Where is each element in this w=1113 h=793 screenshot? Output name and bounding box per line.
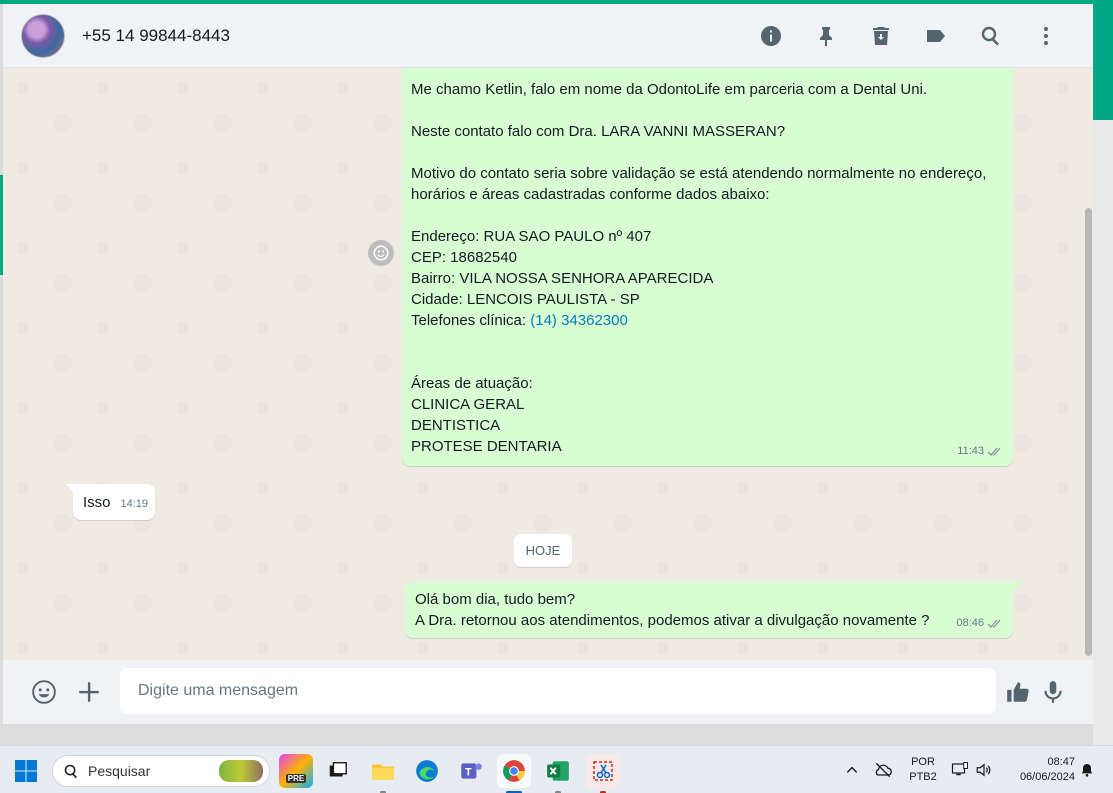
svg-text:T: T: [465, 766, 472, 778]
microphone-icon[interactable]: [1033, 672, 1073, 712]
language-indicator[interactable]: POR PTB2: [906, 755, 940, 785]
snipping-tool-icon[interactable]: [586, 754, 620, 793]
message-meta: 08:46: [956, 613, 1003, 634]
taskbar-clock[interactable]: 08:47 06/06/2024: [1003, 755, 1075, 785]
label-icon[interactable]: [908, 16, 963, 56]
search-highlight-image: [219, 760, 263, 782]
copilot-badge: PRE: [285, 773, 307, 783]
message-line: CEP: 18682540: [411, 249, 517, 266]
message-meta: 11:43: [957, 441, 1003, 462]
message-time: 14:19: [120, 498, 148, 510]
chat-scrollbar-thumb[interactable]: [1085, 208, 1092, 656]
message-line: Motivo do contato seria sobre validação …: [411, 165, 991, 203]
copilot-icon[interactable]: PRE: [279, 754, 313, 788]
message-line: DENTISTICA: [411, 417, 501, 434]
date-separator: HOJE: [514, 534, 572, 567]
message-line: Olá bom dia, tudo bem?: [415, 591, 576, 608]
emoji-react-icon[interactable]: [368, 240, 394, 266]
contact-avatar[interactable]: [21, 13, 65, 58]
chat-messages-area[interactable]: Me chamo Ketlin, falo em nome da OdontoL…: [3, 68, 1093, 660]
clock-date: 06/06/2024: [1019, 771, 1075, 783]
windows-start-icon[interactable]: [14, 759, 38, 783]
search-icon: [64, 764, 78, 778]
chevron-up-icon[interactable]: [845, 763, 859, 777]
network-icon[interactable]: [951, 761, 969, 779]
edge-icon[interactable]: [410, 754, 444, 788]
message-line: A Dra. retornou aos atendimentos, podemo…: [415, 612, 930, 629]
pin-icon[interactable]: [798, 16, 853, 56]
message-meta: 14:19: [120, 494, 148, 515]
chrome-icon[interactable]: [497, 754, 531, 793]
chat-header: +55 14 99844-8443: [3, 4, 1093, 68]
phone-label: Telefones clínica:: [411, 312, 531, 329]
double-check-icon: [987, 447, 1001, 456]
contact-name[interactable]: +55 14 99844-8443: [82, 26, 230, 46]
message-text: Isso: [83, 494, 111, 511]
message-line: Bairro: VILA NOSSA SENHORA APARECIDA: [411, 270, 714, 287]
taskbar-search[interactable]: Pesquisar: [52, 755, 270, 787]
message-line: Cidade: LENCOIS PAULISTA - SP: [411, 291, 640, 308]
outgoing-message[interactable]: Olá bom dia, tudo bem? A Dra. retornou a…: [405, 582, 1013, 638]
message-line: Neste contato falo com Dra. LARA VANNI M…: [411, 123, 786, 140]
whatsapp-window: +55 14 99844-8443 Me chamo Ketlin, falo …: [3, 4, 1093, 724]
language-code: POR: [911, 756, 935, 768]
windows-taskbar: Pesquisar PRE T POR PTB2 08:47 06/06/202…: [0, 745, 1113, 793]
message-input[interactable]: [120, 668, 996, 714]
notification-bell-icon[interactable]: [1079, 762, 1095, 778]
delete-icon[interactable]: [853, 16, 908, 56]
double-check-icon: [987, 619, 1001, 628]
outgoing-bubble-tail: [1013, 582, 1022, 592]
message-line: Endereço: RUA SAO PAULO nº 407: [411, 228, 652, 245]
attach-plus-icon[interactable]: [69, 672, 109, 712]
cloud-offline-icon[interactable]: [873, 760, 893, 780]
search-icon[interactable]: [963, 16, 1018, 56]
task-view-icon[interactable]: [321, 754, 355, 788]
taskbar-search-label: Pesquisar: [88, 763, 151, 779]
info-icon[interactable]: [743, 16, 798, 56]
header-actions: [743, 4, 1073, 68]
message-time: 11:43: [957, 445, 984, 457]
message-composer: [3, 660, 1093, 724]
outgoing-message[interactable]: Me chamo Ketlin, falo em nome da OdontoL…: [402, 68, 1013, 466]
file-explorer-icon[interactable]: [366, 754, 400, 793]
message-line: Telefones clínica: (14) 34362300: [411, 310, 1003, 331]
teams-icon[interactable]: T: [454, 754, 488, 788]
message-line: PROTESE DENTARIA: [411, 438, 562, 455]
emoji-icon[interactable]: [24, 672, 64, 712]
excel-icon[interactable]: [541, 754, 575, 793]
phone-link[interactable]: (14) 34362300: [530, 312, 628, 329]
message-time: 08:46: [956, 617, 984, 629]
menu-dots-icon[interactable]: [1018, 16, 1073, 56]
chat-scrollbar[interactable]: [1083, 68, 1093, 660]
message-line: CLINICA GERAL: [411, 396, 525, 413]
message-line: Me chamo Ketlin, falo em nome da OdontoL…: [411, 81, 928, 98]
volume-icon[interactable]: [975, 761, 993, 779]
window-right-accent: [1093, 0, 1113, 120]
clock-time: 08:47: [1047, 756, 1075, 768]
message-line: Áreas de atuação:: [411, 375, 533, 392]
keyboard-layout: PTB2: [909, 771, 937, 783]
incoming-message[interactable]: Isso 14:19: [73, 484, 155, 520]
thumbs-up-icon[interactable]: [998, 672, 1038, 712]
